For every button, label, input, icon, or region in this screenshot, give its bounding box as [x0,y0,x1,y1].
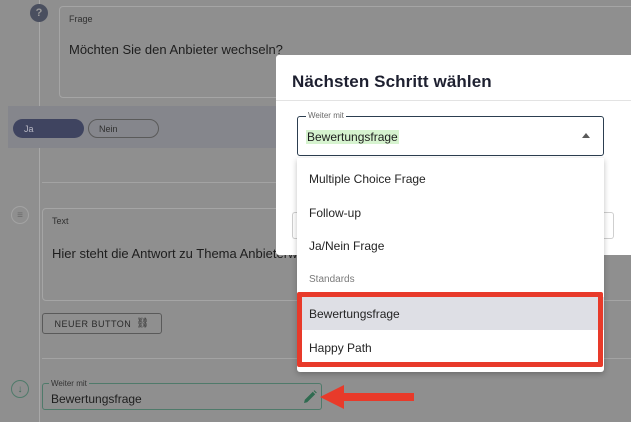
text-card-label: Text [52,216,69,226]
answer-no-button[interactable]: Nein [88,119,159,138]
option-yes-no[interactable]: Ja/Nein Frage [297,229,604,262]
red-highlight-annotation [297,292,603,367]
link-icon: ⛓ [136,318,150,329]
question-card-label: Frage [69,14,93,24]
new-button[interactable]: NEUER BUTTON ⛓ [42,313,162,334]
select-label: Weiter mit [306,111,346,120]
arrow-down-icon: ↓ [11,380,29,398]
pencil-icon[interactable] [302,389,318,405]
option-follow-up[interactable]: Follow-up [297,196,604,229]
red-arrow-annotation [320,385,414,409]
select-value: Bewertungsfrage [306,130,399,144]
next-step-field[interactable]: Weiter mit Bewertungsfrage [42,379,322,410]
modal-title: Nächsten Schritt wählen [292,72,492,91]
text-lines-icon: ≡ [11,206,29,224]
option-group-header: Standards [309,274,355,285]
next-step-field-value: Bewertungsfrage [51,392,142,406]
caret-up-icon[interactable] [582,133,590,138]
flow-timeline [39,0,40,422]
new-button-label: NEUER BUTTON [54,318,132,329]
option-multiple-choice[interactable]: Multiple Choice Frage [297,162,604,195]
answer-yes-button[interactable]: Ja [13,119,84,138]
next-step-select[interactable]: Weiter mit Bewertungsfrage [297,111,604,156]
modal-divider [276,100,631,101]
question-card-text[interactable]: Möchten Sie den Anbieter wechseln? [69,42,283,57]
question-icon: ? [30,4,48,22]
next-step-field-label: Weiter mit [49,379,89,388]
